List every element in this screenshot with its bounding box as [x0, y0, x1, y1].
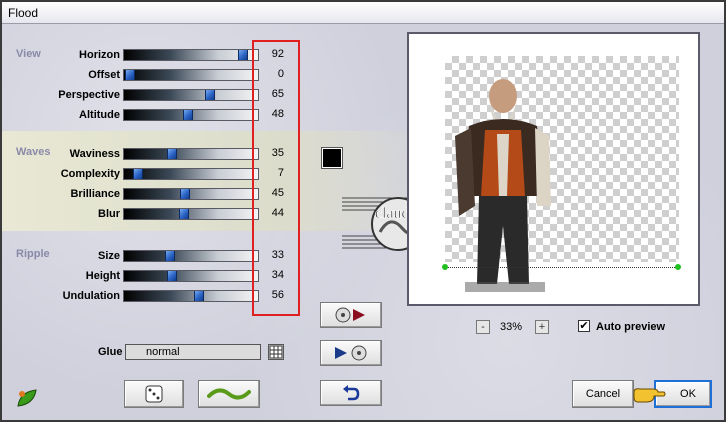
- slider-size[interactable]: [123, 250, 259, 262]
- flood-dialog: Flood View Waves Ripple Horizon 92 Offse…: [0, 0, 726, 422]
- horizon-guide-line[interactable]: [445, 267, 679, 268]
- slider-complexity[interactable]: [123, 168, 259, 180]
- label-altitude: Altitude: [79, 109, 120, 121]
- label-horizon: Horizon: [79, 49, 120, 61]
- label-perspective: Perspective: [58, 89, 120, 101]
- slider-blur[interactable]: [123, 208, 259, 220]
- glue-label: Glue: [98, 346, 123, 358]
- preview-back-button[interactable]: [320, 340, 382, 366]
- horizon-handle-right[interactable]: [675, 264, 681, 270]
- plugin-logo-icon: [17, 389, 37, 407]
- title-bar: Flood: [2, 2, 724, 24]
- horizon-handle-left[interactable]: [442, 264, 448, 270]
- slider-thumb[interactable]: [194, 291, 204, 301]
- dice-icon: [145, 385, 163, 403]
- random-button[interactable]: [124, 380, 184, 408]
- label-blur: Blur: [98, 208, 120, 220]
- reset-button[interactable]: [320, 380, 382, 406]
- preview-forward-button[interactable]: [320, 302, 382, 328]
- slider-thumb[interactable]: [205, 90, 215, 100]
- glue-select[interactable]: normal: [125, 344, 261, 360]
- label-brilliance: Brilliance: [70, 188, 120, 200]
- auto-preview-label: Auto preview: [596, 321, 666, 333]
- slider-offset[interactable]: [123, 69, 259, 81]
- label-height: Height: [85, 270, 120, 282]
- slider-thumb[interactable]: [180, 189, 190, 199]
- slider-thumb[interactable]: [179, 209, 189, 219]
- slider-thumb[interactable]: [167, 149, 177, 159]
- undo-icon: [343, 385, 360, 401]
- label-undulation: Undulation: [62, 290, 120, 302]
- auto-preview-checkbox[interactable]: ✔: [578, 320, 590, 332]
- disc-arrow-right-icon: [335, 307, 365, 323]
- cancel-button-label: Cancel: [585, 388, 621, 400]
- slider-horizon[interactable]: [123, 49, 259, 61]
- slider-brilliance[interactable]: [123, 188, 259, 200]
- slider-thumb[interactable]: [133, 169, 143, 179]
- grid-icon: [269, 345, 283, 359]
- zoom-level: 33%: [500, 321, 523, 333]
- values-highlight-box: [252, 40, 300, 316]
- slider-waviness[interactable]: [123, 148, 259, 160]
- slider-height[interactable]: [123, 270, 259, 282]
- pointing-hand-icon: [633, 388, 666, 403]
- zoom-out-button[interactable]: -: [476, 320, 490, 334]
- label-complexity: Complexity: [60, 168, 120, 180]
- slider-perspective[interactable]: [123, 89, 259, 101]
- slider-thumb[interactable]: [183, 110, 193, 120]
- slider-altitude[interactable]: [123, 109, 259, 121]
- preview-figure-image: [455, 79, 551, 292]
- ok-button-label: OK: [680, 388, 696, 400]
- label-waviness: Waviness: [69, 148, 120, 160]
- slider-thumb[interactable]: [125, 70, 135, 80]
- label-offset: Offset: [88, 69, 120, 81]
- cancel-button[interactable]: Cancel: [572, 380, 634, 408]
- wave-icon: [207, 388, 251, 400]
- zoom-in-button[interactable]: +: [535, 320, 549, 334]
- glue-options-button[interactable]: [268, 344, 284, 360]
- color-swatch[interactable]: [321, 147, 343, 169]
- slider-thumb[interactable]: [167, 271, 177, 281]
- slider-thumb[interactable]: [165, 251, 175, 261]
- dialog-client: View Waves Ripple Horizon 92 Offset 0 Pe…: [2, 24, 724, 420]
- label-size: Size: [97, 250, 120, 262]
- presets-button[interactable]: [198, 380, 260, 408]
- slider-thumb[interactable]: [238, 50, 248, 60]
- arrow-disc-icon: [335, 345, 367, 361]
- preview-pane[interactable]: [407, 32, 700, 306]
- slider-undulation[interactable]: [123, 290, 259, 302]
- window-title: Flood: [8, 6, 39, 20]
